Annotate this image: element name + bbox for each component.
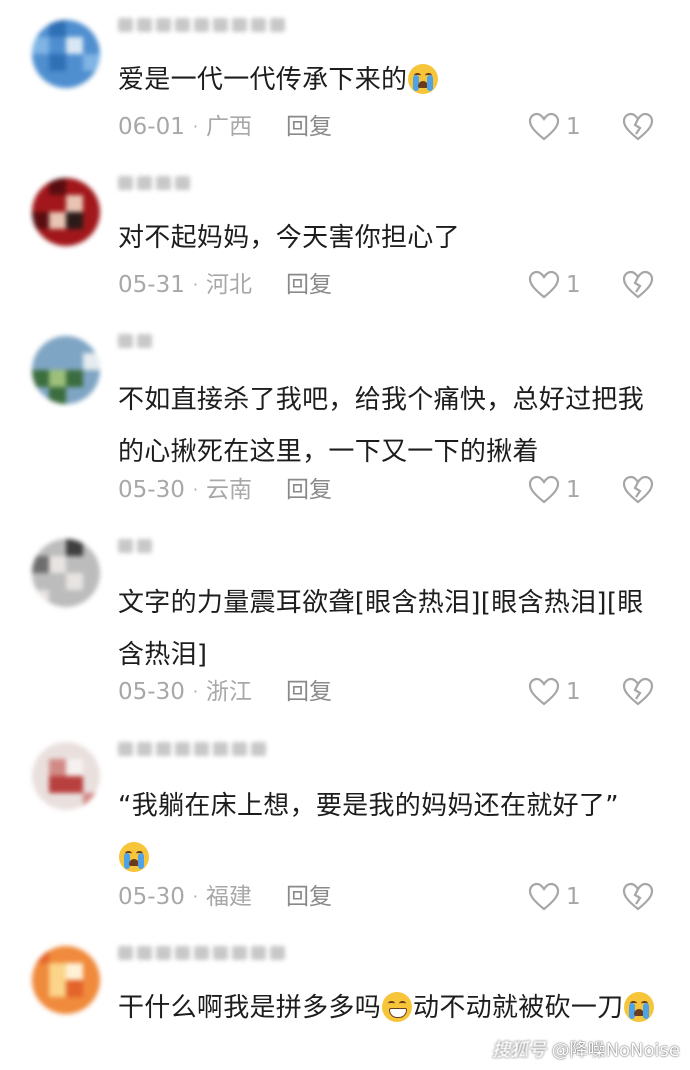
comment-location: 浙江 (205, 679, 252, 705)
comment-text-content: 对不起妈妈，今天害你担心了 (118, 223, 460, 253)
loudly-crying-face-icon (624, 992, 655, 1022)
heart-outline-icon (528, 112, 560, 141)
broken-heart-icon[interactable] (622, 677, 654, 707)
comment-location: 广西 (205, 114, 252, 140)
avatar[interactable] (32, 20, 100, 88)
like-count: 1 (566, 114, 581, 140)
broken-heart-icon[interactable] (622, 112, 654, 142)
comment-meta: 05-31 · 河北 回复 (118, 270, 332, 300)
comment-location: 河北 (205, 272, 252, 298)
username[interactable] (118, 334, 152, 348)
comment-text-content: “我躺在床上想，要是我的妈妈还在就好了” (118, 791, 619, 821)
like-button[interactable]: 1 (528, 677, 581, 707)
watermark-account: @降噪NoNoise (551, 1040, 680, 1061)
username[interactable] (118, 742, 266, 756)
username[interactable] (118, 539, 152, 553)
comment-date: 05-30 (118, 679, 185, 705)
broken-heart-icon[interactable] (622, 270, 654, 300)
comment-text-content-2: 动不动就被砍一刀 (413, 993, 624, 1023)
heart-outline-icon (528, 882, 560, 911)
comment-meta: 06-01 · 广西 回复 (118, 112, 332, 142)
reply-button[interactable]: 回复 (286, 882, 332, 912)
like-button[interactable]: 1 (528, 270, 581, 300)
like-button[interactable]: 1 (528, 882, 581, 912)
reply-button[interactable]: 回复 (286, 112, 332, 142)
broken-heart-icon[interactable] (622, 882, 654, 912)
comment-text-content: 干什么啊我是拼多多吗 (118, 993, 382, 1023)
comment-date: 05-30 (118, 884, 185, 910)
comment-text: 对不起妈妈，今天害你担心了 (118, 212, 658, 264)
comment-date: 06-01 (118, 114, 185, 140)
like-count: 1 (566, 884, 581, 910)
avatar[interactable] (32, 336, 100, 404)
heart-outline-icon (528, 270, 560, 299)
comment-date: 05-31 (118, 272, 185, 298)
like-button[interactable]: 1 (528, 112, 581, 142)
like-count: 1 (566, 477, 581, 503)
comment-text-content: 爱是一代一代传承下来的 (118, 65, 408, 95)
comment-meta: 05-30 · 云南 回复 (118, 475, 332, 505)
like-button[interactable]: 1 (528, 475, 581, 505)
watermark: 搜狐号 @降噪NoNoise (492, 1036, 680, 1062)
broken-heart-icon[interactable] (622, 475, 654, 505)
heart-outline-icon (528, 677, 560, 706)
like-count: 1 (566, 272, 581, 298)
loudly-crying-face-icon (119, 842, 149, 872)
comment-text: 文字的力量震耳欲聋[眼含热泪][眼含热泪][眼含热泪] (118, 577, 658, 681)
comment-text: 爱是一代一代传承下来的 (118, 54, 658, 106)
reply-button[interactable]: 回复 (286, 677, 332, 707)
comment-meta: 05-30 · 浙江 回复 (118, 677, 332, 707)
loudly-crying-face-icon (408, 64, 439, 94)
comment-text: 干什么啊我是拼多多吗 动不动就被砍一刀 (118, 982, 658, 1034)
heart-outline-icon (528, 475, 560, 504)
grinning-sweat-face-icon (382, 992, 413, 1022)
reply-button[interactable]: 回复 (286, 475, 332, 505)
reply-button[interactable]: 回复 (286, 270, 332, 300)
username[interactable] (118, 176, 190, 190)
avatar[interactable] (32, 539, 100, 607)
comment-location: 福建 (205, 884, 252, 910)
username[interactable] (118, 946, 285, 960)
username[interactable] (118, 18, 285, 32)
like-count: 1 (566, 679, 581, 705)
comment-date: 05-30 (118, 477, 185, 503)
comment-text: “我躺在床上想，要是我的妈妈还在就好了” (118, 780, 658, 884)
watermark-logo: 搜狐号 (491, 1040, 546, 1061)
comment-meta: 05-30 · 福建 回复 (118, 882, 332, 912)
comment-location: 云南 (205, 477, 252, 503)
avatar[interactable] (32, 946, 100, 1014)
comment-text: 不如直接杀了我吧，给我个痛快，总好过把我的心揪死在这里，一下又一下的揪着 (118, 374, 658, 478)
avatar[interactable] (32, 742, 100, 810)
comment-text-content: 文字的力量震耳欲聋[眼含热泪][眼含热泪][眼含热泪] (118, 588, 644, 670)
avatar[interactable] (32, 178, 100, 246)
comment-text-content: 不如直接杀了我吧，给我个痛快，总好过把我的心揪死在这里，一下又一下的揪着 (118, 385, 645, 467)
